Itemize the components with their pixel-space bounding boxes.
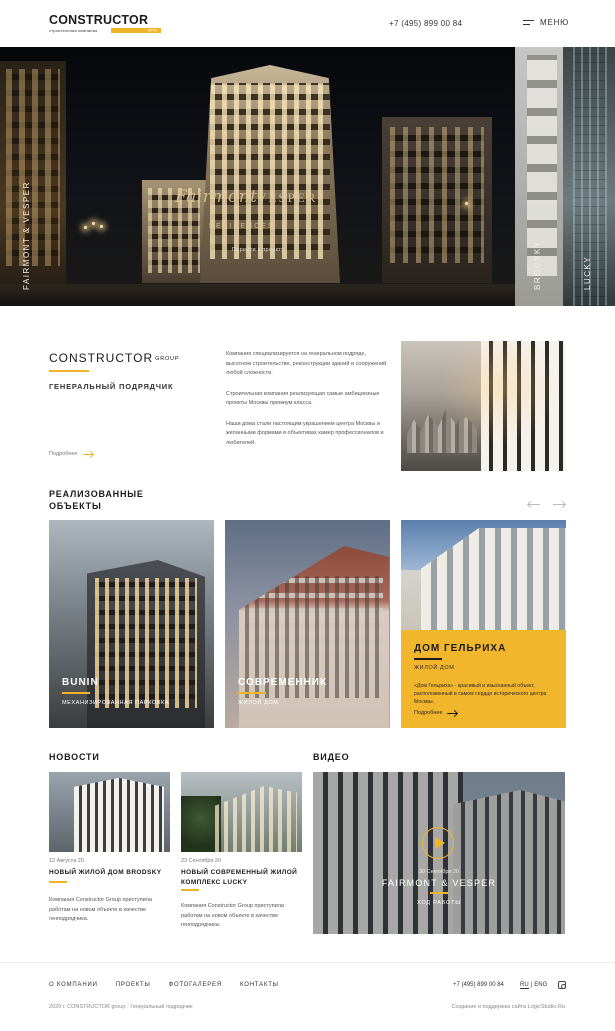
- realized-title: РЕАЛИЗОВАННЫЕ ОБЪЕКТЫ: [49, 489, 144, 511]
- footer-link-about[interactable]: О КОМПАНИИ: [49, 982, 98, 988]
- logo-word: CONSTRUCTOR: [49, 13, 149, 27]
- hero-title-residence: RESIDENCES: [209, 223, 275, 230]
- slide-label-fairmont[interactable]: FAIRMONT & VESPER: [22, 181, 31, 290]
- about-title: CONSTRUCTOR GROUP: [49, 351, 179, 365]
- footer-phone[interactable]: +7 (495) 899 00 84: [453, 982, 504, 988]
- project-card-gelrikh[interactable]: ДОМ ГЕЛЬРИХА ЖИЛОЙ ДОМ «Дом Гельриха» - …: [401, 520, 566, 728]
- project-card-sovremennik[interactable]: СОВРЕМЕННИК ЖИЛОЙ ДОМ: [225, 520, 390, 728]
- header-phone[interactable]: +7 (495) 899 00 84: [389, 19, 462, 28]
- about-subtitle: ГЕНЕРАЛЬНЫЙ ПОДРЯДЧИК: [49, 382, 174, 391]
- project-description: «Дом Гельриха» - красивый и изысканный о…: [414, 683, 547, 705]
- footer-link-gallery[interactable]: ФОТОГАЛЕРЕЯ: [169, 982, 222, 988]
- about-paragraph: Строительная компания реализующая самые …: [226, 390, 380, 407]
- video-title: ВИДЕО: [313, 752, 350, 762]
- video-accent-line: [430, 892, 448, 894]
- hero-project-link[interactable]: Перейти к проекту: [232, 247, 284, 253]
- lang-eng[interactable]: ENG: [534, 982, 547, 989]
- project-accent-line: [414, 658, 442, 660]
- project-more-label: Подробнее: [414, 710, 443, 716]
- hero-left-building: [0, 61, 66, 306]
- footer-link-contacts[interactable]: КОНТАКТЫ: [240, 982, 279, 988]
- arrow-right-icon: [446, 712, 457, 714]
- menu-label: МЕНЮ: [540, 18, 570, 27]
- about-image: [401, 341, 565, 471]
- logo-tagline: строительная компания: [49, 28, 98, 33]
- project-card-bunin[interactable]: BUNIN МЕХАНИЗИРОВАННАЯ ПАРКОВКА: [49, 520, 214, 728]
- lang-separator: |: [530, 982, 533, 988]
- about-accent-line: [49, 370, 89, 372]
- street-lamp: [84, 226, 87, 229]
- footer-credit[interactable]: Создание и поддержка сайта LogicStudio.R…: [450, 1004, 565, 1010]
- slide-label-lucky[interactable]: LUCKY: [583, 256, 592, 290]
- project-type: ЖИЛОЙ ДОМ: [414, 665, 455, 671]
- slide-label-brodsky[interactable]: BRODSKY: [533, 240, 542, 290]
- about-title-small: GROUP: [155, 355, 180, 362]
- hero-street: [0, 284, 515, 306]
- hero-project-title: Fairmont VESPER RESIDENCES Перейти к про…: [175, 187, 375, 267]
- video-subtitle: ХОД РАБОТЫ: [417, 900, 461, 906]
- project-name: BUNIN: [62, 677, 99, 688]
- hero-slider: Fairmont VESPER RESIDENCES Перейти к про…: [0, 47, 615, 306]
- hamburger-icon: [523, 19, 534, 26]
- hero-title-script: Fairmont: [175, 187, 258, 207]
- about-more-label: Подробнее: [49, 451, 78, 457]
- news-accent-line: [181, 889, 199, 891]
- news-image[interactable]: [49, 772, 170, 852]
- project-type: МЕХАНИЗИРОВАННАЯ ПАРКОВКА: [62, 700, 170, 706]
- about-text: Компания специализируется на генеральном…: [226, 350, 388, 459]
- about-more-link[interactable]: Подробнее: [49, 451, 93, 457]
- footer-divider: [0, 962, 615, 963]
- news-accent-line: [49, 881, 67, 883]
- about-title-main: CONSTRUCTOR: [49, 351, 154, 365]
- language-switcher: RU | ENG: [520, 982, 547, 989]
- video-name: FAIRMONT & VESPER: [381, 878, 497, 888]
- news-text: Компания Constructor Group приступила ра…: [49, 897, 152, 922]
- menu-button[interactable]: МЕНЮ: [523, 18, 569, 27]
- project-type: ЖИЛОЙ ДОМ: [238, 700, 279, 706]
- street-lamp: [465, 202, 468, 205]
- video-date: 30 Сентября 20: [419, 869, 459, 875]
- news-text: Компания Constructor Group приступила ра…: [181, 903, 284, 928]
- arrow-right-icon: [82, 453, 93, 455]
- about-paragraph: Компания специализируется на генеральном…: [226, 351, 387, 376]
- footer-copyright: 2020 г. CONSTRUCTOR group - Генеральный …: [49, 1004, 193, 1010]
- arrow-left-icon[interactable]: [528, 504, 540, 505]
- news-title: НОВОСТИ: [49, 752, 100, 762]
- project-name: СОВРЕМЕННИК: [238, 677, 328, 688]
- project-accent-line: [238, 692, 266, 694]
- project-accent-line: [62, 692, 90, 694]
- project-name: ДОМ ГЕЛЬРИХА: [414, 643, 507, 654]
- footer-link-projects[interactable]: ПРОЕКТЫ: [116, 982, 151, 988]
- project-more-link[interactable]: Подробнее: [414, 710, 457, 716]
- footer-nav: О КОМПАНИИ ПРОЕКТЫ ФОТОГАЛЕРЕЯ КОНТАКТЫ: [49, 982, 279, 988]
- lang-ru[interactable]: RU: [520, 982, 529, 989]
- news-headline[interactable]: НОВЫЙ СОВРЕМЕННЫЙ ЖИЛОЙ КОМПЛЕКС LUCKY: [181, 868, 301, 888]
- news-headline[interactable]: НОВЫЙ ЖИЛОЙ ДОМ BRODSKY: [49, 868, 169, 878]
- play-icon[interactable]: [422, 827, 454, 859]
- news-date: 12 Августа 20: [49, 858, 84, 864]
- logo[interactable]: CONSTRUCTOR строительная компания group: [49, 14, 161, 34]
- hero-title-caps: VESPER: [257, 190, 318, 205]
- news-image[interactable]: [181, 772, 302, 852]
- street-lamp: [92, 222, 95, 225]
- site-header: CONSTRUCTOR строительная компания group …: [0, 0, 615, 47]
- logo-badge: group: [111, 28, 161, 33]
- street-lamp: [100, 225, 103, 228]
- arrow-right-icon[interactable]: [553, 504, 565, 505]
- video-player[interactable]: 30 Сентября 20 FAIRMONT & VESPER ХОД РАБ…: [313, 772, 565, 934]
- news-date: 23 Сентября 20: [181, 858, 221, 864]
- about-paragraph: Наши дома стали настоящим украшением цен…: [226, 420, 384, 446]
- instagram-icon[interactable]: [558, 981, 566, 989]
